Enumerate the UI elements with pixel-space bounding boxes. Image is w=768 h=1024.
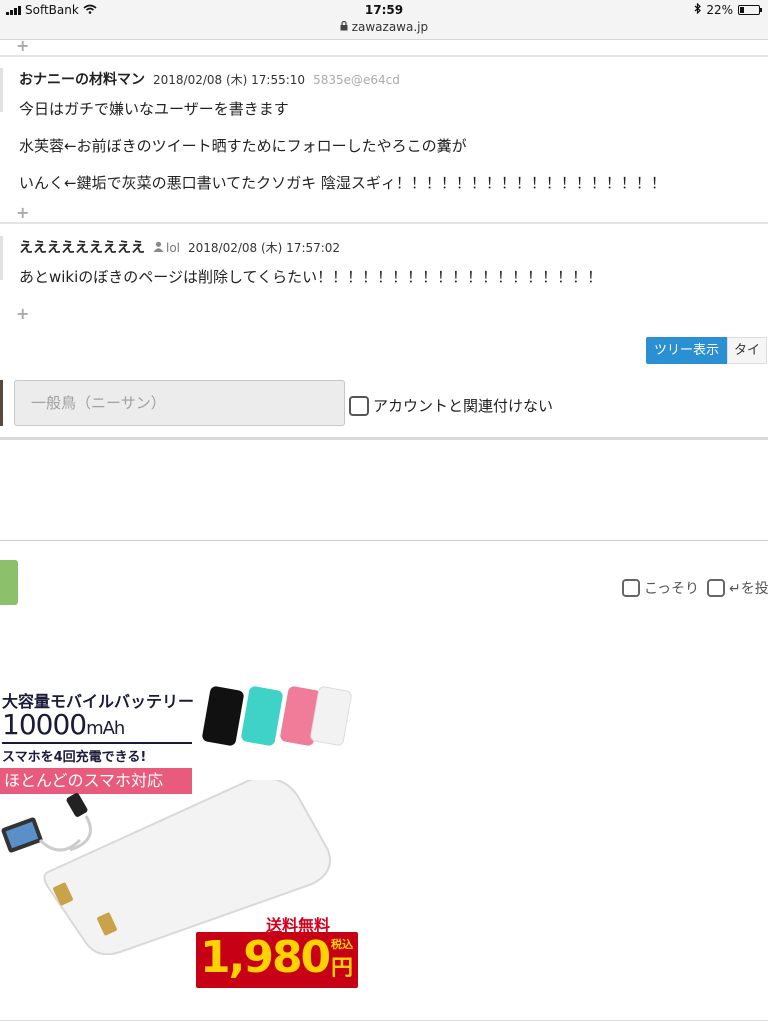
post-line: 今日はガチで嫌いなユーザーを書きます: [19, 100, 289, 118]
sneak-label: こっそり: [644, 581, 700, 597]
post-line: 水芙蓉←お前ぼきのツイート晒すためにフォローしたやろこの糞が: [19, 137, 467, 155]
battery-ad[interactable]: 大容量モバイルバッテリー 10000mAh スマホを4回充電できる! ほとんどの…: [0, 680, 360, 990]
battery-percent: 22%: [706, 3, 733, 17]
post-meta: おナニーの材料マン 2018/02/08 (木) 17:55:10 5835e@…: [19, 69, 400, 89]
ad-yen: 円: [331, 956, 354, 981]
phone-image: [201, 685, 245, 747]
expand-plus-icon[interactable]: +: [16, 306, 29, 322]
status-bar: SoftBank 17:59 zawazawa.jp 22%: [0, 0, 768, 40]
url-text: zawazawa.jp: [351, 20, 429, 34]
url-bar[interactable]: zawazawa.jp: [0, 20, 768, 34]
post-options: こっそり ↵を投: [622, 578, 768, 598]
phone-image: [240, 685, 284, 747]
ad-capacity: 10000mAh: [2, 708, 125, 741]
post-line: いんく←鍵垢で灰菜の悪口書いてたクソガキ 陰湿スギィ！！！！！！！！！！！！！！…: [19, 174, 666, 192]
no-account-label: アカウントと関連付けない: [373, 397, 554, 415]
post-user-id: 5835e@e64cd: [313, 73, 400, 87]
tree-view-button[interactable]: ツリー表示: [646, 337, 728, 364]
textarea-border: [0, 540, 768, 541]
post-meta: えええええええええ lol 2018/02/08 (木) 17:57:02: [19, 237, 340, 257]
no-account-option[interactable]: アカウントと関連付けない: [349, 395, 553, 416]
enter-submit-label: ↵を投: [729, 581, 768, 597]
view-toggle: ツリー表示 タイ: [646, 337, 768, 364]
battery-fill: [740, 7, 745, 13]
ad-subline: スマホを4回充電できる!: [2, 750, 147, 765]
ad-price: 1,980: [200, 932, 331, 983]
bluetooth-icon: [694, 2, 702, 17]
post-line: あとwikiのぼきのページは削除してくらたい！！！！！！！！！！！！！！！！！！…: [19, 268, 603, 286]
no-account-checkbox[interactable]: [349, 395, 369, 416]
clock: 17:59: [364, 3, 404, 17]
post-datetime: 2018/02/08 (木) 17:55:10: [153, 73, 306, 87]
ad-capacity-unit: mAh: [86, 718, 125, 739]
enter-submit-checkbox[interactable]: [707, 579, 726, 597]
post-datetime: 2018/02/08 (木) 17:57:02: [188, 241, 341, 255]
sneak-checkbox[interactable]: [622, 579, 640, 597]
expand-plus-icon[interactable]: +: [16, 205, 29, 221]
lock-icon: [340, 20, 352, 34]
post-author[interactable]: えええええええええ: [19, 237, 145, 257]
submit-button[interactable]: [0, 560, 18, 605]
avatar-edge: [0, 68, 3, 112]
time-view-button[interactable]: タイ: [727, 337, 768, 364]
name-input[interactable]: [14, 380, 345, 426]
user-badge-label: lol: [166, 241, 181, 255]
battery-icon: [738, 5, 762, 15]
avatar-edge: [0, 236, 3, 280]
ad-capacity-value: 10000: [2, 708, 87, 741]
ad-underline: [2, 742, 192, 744]
post-divider: [0, 55, 768, 57]
post-divider: [0, 222, 768, 224]
status-right: 22%: [694, 2, 762, 17]
page-divider: [0, 1020, 768, 1021]
form-divider: [0, 437, 768, 440]
avatar-edge: [0, 380, 3, 426]
user-icon: [153, 241, 164, 255]
user-badge: lol: [153, 241, 180, 255]
expand-plus-icon[interactable]: +: [16, 38, 29, 54]
post-author[interactable]: おナニーの材料マン: [19, 69, 145, 89]
